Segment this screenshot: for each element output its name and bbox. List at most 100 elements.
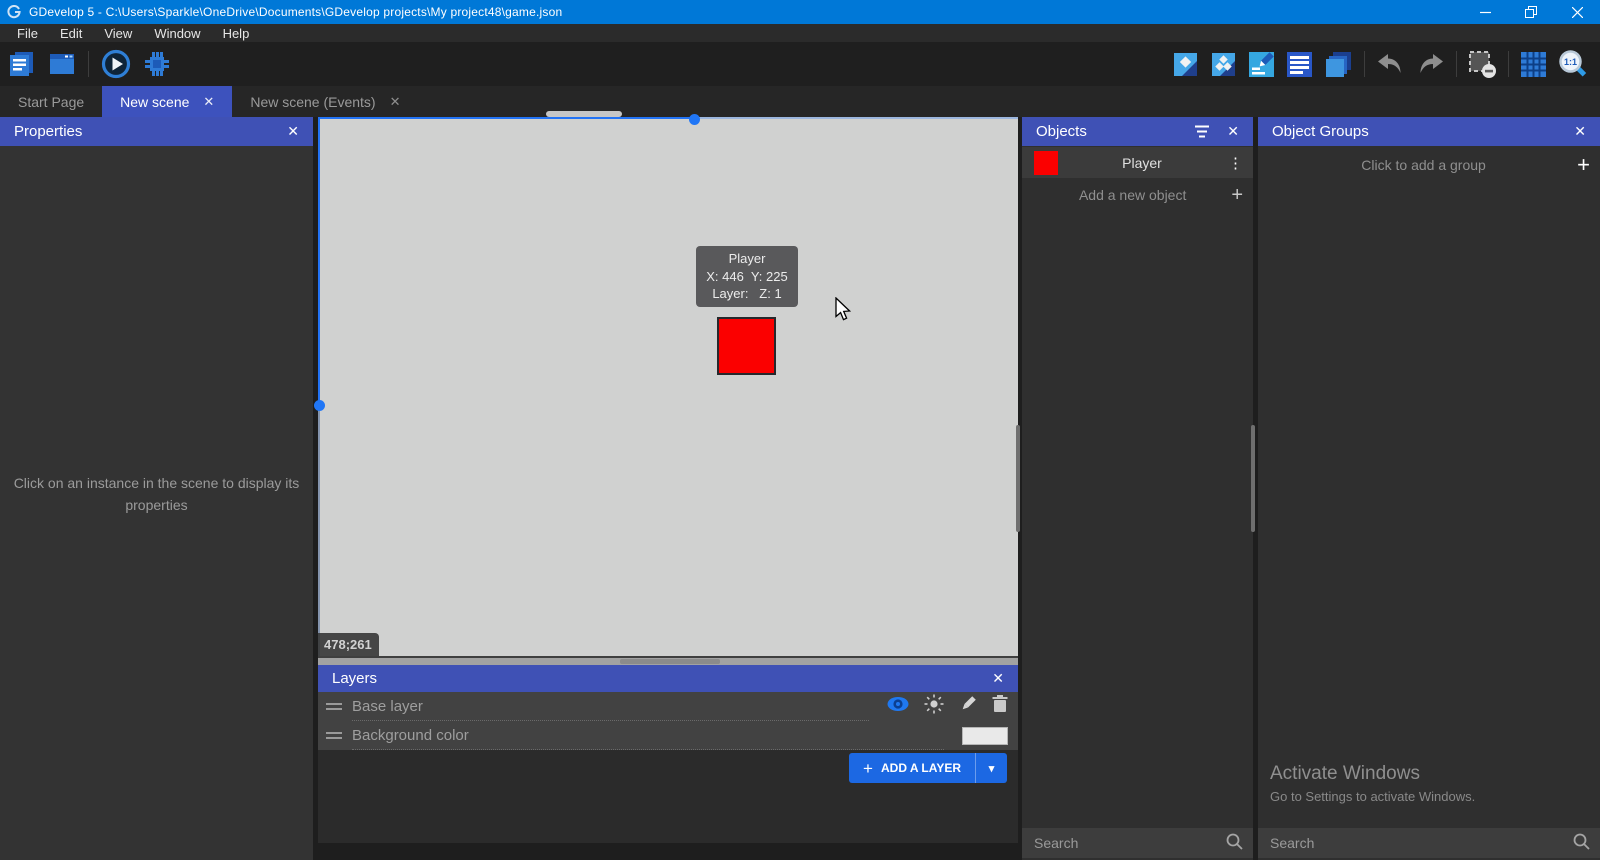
object-name: Player <box>1058 155 1226 171</box>
add-a-layer-button[interactable]: + ADD A LAYER ▾ <box>849 753 1007 783</box>
layer-row-background[interactable]: Background color <box>318 721 1018 750</box>
close-icon[interactable]: ✕ <box>1223 123 1243 140</box>
scroll-handle-dot-top[interactable] <box>689 114 700 125</box>
toolbar-separator <box>88 51 89 77</box>
window-title: GDevelop 5 - C:\Users\Sparkle\OneDrive\D… <box>29 5 562 19</box>
objects-search-row <box>1022 828 1253 858</box>
undo-icon[interactable] <box>1376 52 1405 77</box>
gdevelop-window: GDevelop 5 - C:\Users\Sparkle\OneDrive\D… <box>0 0 1600 860</box>
object-groups-panel-title: Object Groups <box>1272 123 1369 140</box>
scrollbar-thumb[interactable] <box>620 659 720 664</box>
add-new-object-row[interactable]: Add a new object + <box>1022 180 1253 210</box>
layers-panel: Layers ✕ Base layer <box>318 665 1018 843</box>
close-icon[interactable]: ✕ <box>283 123 303 140</box>
instance-tooltip: Player X: 446 Y: 225 Layer: Z: 1 <box>696 246 798 307</box>
canvas-left-scroll-line <box>318 117 320 405</box>
tab-start-page[interactable]: Start Page <box>0 86 102 117</box>
menu-file[interactable]: File <box>6 24 49 42</box>
plus-icon: + <box>863 760 873 777</box>
tab-close-icon[interactable]: ✕ <box>203 94 214 110</box>
project-manager-icon[interactable] <box>8 50 36 78</box>
plus-icon: + <box>1231 185 1243 205</box>
properties-panel-title: Properties <box>14 123 82 140</box>
menu-view[interactable]: View <box>93 24 143 42</box>
object-groups-panel: Object Groups ✕ Click to add a group + A… <box>1258 117 1600 860</box>
debug-icon[interactable] <box>143 50 171 78</box>
toolbar-separator <box>1508 51 1509 77</box>
deselect-icon[interactable] <box>1468 50 1497 79</box>
menu-edit[interactable]: Edit <box>49 24 93 42</box>
panel-divider-scrollbar[interactable] <box>1251 425 1255 532</box>
layers-panel-title: Layers <box>332 670 377 687</box>
object-row-player[interactable]: Player ⋮ <box>1022 147 1253 178</box>
canvas-top-scroll-line <box>696 117 1018 119</box>
groups-search-input[interactable] <box>1270 835 1572 851</box>
objects-panel-title: Objects <box>1036 123 1087 140</box>
instances-list-icon[interactable] <box>1286 51 1313 78</box>
filter-icon[interactable] <box>1195 125 1211 138</box>
effects-icon[interactable] <box>924 694 944 719</box>
menu-window[interactable]: Window <box>143 24 211 42</box>
close-button[interactable] <box>1554 0 1600 24</box>
groups-search-row <box>1258 828 1600 858</box>
add-object-label: Add a new object <box>1034 187 1231 203</box>
properties-panel-header: Properties ✕ <box>0 117 313 146</box>
zoom-original-icon[interactable]: 1:1 <box>1558 49 1588 79</box>
scene-canvas[interactable]: Player X: 446 Y: 225 Layer: Z: 1 478;261 <box>318 117 1018 656</box>
scroll-handle-dot-left[interactable] <box>314 400 325 411</box>
search-icon <box>1572 832 1590 855</box>
objects-panel: Objects ✕ Player ⋮ Add a new object + <box>1022 117 1253 860</box>
tab-close-icon[interactable]: ✕ <box>390 94 401 110</box>
start-page-icon[interactable] <box>48 50 76 78</box>
gdevelop-logo-icon <box>7 5 21 19</box>
drag-handle-icon[interactable] <box>326 703 342 710</box>
tooltip-position: X: 446 Y: 225 <box>706 268 787 286</box>
svg-text:1:1: 1:1 <box>1564 57 1577 67</box>
tab-new-scene[interactable]: New scene ✕ <box>102 86 232 117</box>
minimize-button[interactable] <box>1462 0 1508 24</box>
close-icon[interactable]: ✕ <box>988 670 1008 687</box>
objects-search-input[interactable] <box>1034 835 1225 851</box>
title-bar: GDevelop 5 - C:\Users\Sparkle\OneDrive\D… <box>0 0 1600 24</box>
drag-handle-icon[interactable] <box>326 732 342 739</box>
watermark-title: Activate Windows <box>1270 763 1475 785</box>
plus-icon: + <box>1577 154 1590 176</box>
visibility-eye-icon[interactable] <box>887 696 909 717</box>
redo-icon[interactable] <box>1416 52 1445 77</box>
delete-trash-icon[interactable] <box>992 695 1008 718</box>
add-group-label: Click to add a group <box>1270 157 1577 173</box>
layers-panel-icon[interactable] <box>1324 50 1353 79</box>
layer-row-base[interactable]: Base layer <box>318 692 1018 721</box>
object-menu-kebab-icon[interactable]: ⋮ <box>1226 154 1245 172</box>
background-color-swatch[interactable] <box>962 727 1008 745</box>
objects-panel-icon[interactable] <box>1172 51 1199 78</box>
add-group-row[interactable]: Click to add a group + <box>1258 148 1600 182</box>
canvas-left-scroll-line <box>318 405 320 656</box>
layers-panel-header: Layers ✕ <box>318 665 1018 692</box>
restore-button[interactable] <box>1508 0 1554 24</box>
grid-icon[interactable] <box>1520 51 1547 78</box>
close-icon[interactable]: ✕ <box>1570 123 1590 140</box>
player-object-instance[interactable] <box>717 317 776 375</box>
preview-play-icon[interactable] <box>101 49 131 79</box>
objects-panel-header: Objects ✕ <box>1022 117 1253 146</box>
layer-name[interactable]: Base layer <box>352 698 423 715</box>
tooltip-layer: Layer: Z: 1 <box>712 285 781 303</box>
layer-name: Background color <box>352 727 469 744</box>
edit-pencil-icon[interactable] <box>959 695 977 718</box>
tab-new-scene-events[interactable]: New scene (Events) ✕ <box>232 86 418 117</box>
toolbar: 1:1 <box>0 42 1600 86</box>
canvas-horizontal-scrollbar-bottom <box>318 658 1018 665</box>
properties-panel-icon[interactable] <box>1248 51 1275 78</box>
activate-windows-watermark: Activate Windows Go to Settings to activ… <box>1270 763 1475 804</box>
canvas-top-scroll-line <box>318 117 696 119</box>
properties-panel: Properties ✕ Click on an instance in the… <box>0 117 313 860</box>
add-layer-label: ADD A LAYER <box>881 761 961 775</box>
panel-divider-scrollbar[interactable] <box>1016 425 1020 532</box>
object-thumbnail <box>1034 151 1058 175</box>
properties-empty-message: Click on an instance in the scene to dis… <box>12 473 301 516</box>
chevron-down-icon[interactable]: ▾ <box>975 753 1007 783</box>
menu-help[interactable]: Help <box>212 24 261 42</box>
object-groups-panel-icon[interactable] <box>1210 51 1237 78</box>
mouse-cursor-icon <box>833 297 853 326</box>
